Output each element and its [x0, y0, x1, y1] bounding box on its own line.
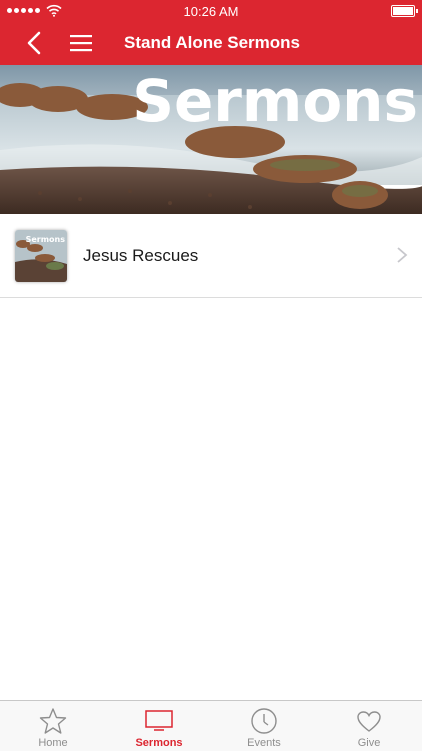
sermons-banner-image: Sermons [0, 65, 422, 214]
tab-home[interactable]: Home [0, 701, 106, 751]
tab-events-label: Events [247, 737, 281, 749]
tab-home-label: Home [38, 737, 68, 749]
list-item[interactable]: Sermons Jesus Rescues [0, 214, 422, 298]
status-time: 10:26 AM [183, 4, 239, 19]
sermon-title: Jesus Rescues [83, 246, 199, 265]
page-title: Stand Alone Sermons [124, 33, 301, 52]
star-icon [39, 708, 67, 734]
app-header: 10:26 AM Stand Alone Sermons [0, 0, 422, 65]
status-bar: 10:26 AM [0, 0, 422, 22]
sermon-thumbnail: Sermons [15, 230, 67, 282]
hamburger-menu-icon[interactable] [68, 32, 94, 54]
thumbnail-overlay-text: Sermons [26, 235, 66, 244]
tab-give-label: Give [357, 737, 381, 749]
tab-bar: Home Sermons Events Give [0, 700, 422, 751]
heart-icon [357, 711, 381, 732]
battery-icon [391, 5, 418, 17]
seascape-rocks-image: Sermons [0, 65, 422, 214]
nav-bar: Stand Alone Sermons [0, 22, 422, 65]
sermon-list: Sermons Jesus Rescues [0, 214, 422, 298]
chevron-right-icon [397, 247, 408, 263]
tab-give[interactable]: Give [316, 701, 422, 751]
tab-sermons[interactable]: Sermons [106, 701, 212, 751]
back-button[interactable] [22, 30, 48, 56]
banner-overlay-text: Sermons [132, 67, 418, 135]
tab-events[interactable]: Events [211, 701, 317, 751]
tv-icon [145, 710, 173, 731]
clock-icon [251, 708, 277, 734]
tab-sermons-label: Sermons [135, 737, 183, 749]
